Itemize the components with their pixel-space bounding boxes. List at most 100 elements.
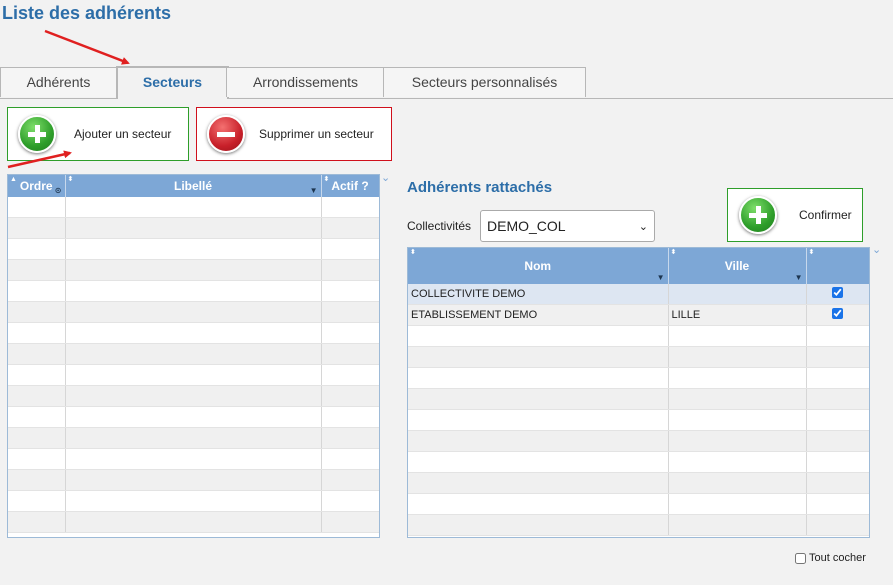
table-row[interactable]	[8, 385, 379, 407]
table-row[interactable]: COLLECTIVITE DEMO	[408, 284, 869, 305]
column-header-ordre[interactable]: ▲ Ordre ⊙	[8, 175, 66, 197]
table-row[interactable]: ETABLISSEMENT DEMO LILLE	[408, 304, 869, 326]
delete-sector-button[interactable]: Supprimer un secteur	[196, 107, 392, 161]
chevron-down-icon[interactable]: ⌄	[872, 243, 881, 256]
table-row[interactable]	[8, 280, 379, 302]
collectivity-select[interactable]: DEMO_COL ⌄	[480, 210, 655, 242]
chevron-down-icon[interactable]: ⌄	[381, 171, 390, 184]
column-header-actif[interactable]: ⬍ Actif ?	[321, 175, 379, 197]
select-all-checkbox[interactable]	[795, 552, 806, 564]
tab-secteurs[interactable]: Secteurs	[116, 66, 229, 99]
cell-check	[806, 304, 869, 326]
tab-arrondissements[interactable]: Arrondissements	[226, 67, 385, 97]
cell-check	[806, 493, 869, 515]
add-sector-button[interactable]: Ajouter un secteur	[7, 107, 189, 161]
table-cell	[65, 448, 322, 470]
sort-icon: ⬍	[67, 176, 74, 183]
filter-dropdown-icon[interactable]: ▼	[310, 187, 318, 195]
filter-dropdown-icon[interactable]: ▼	[657, 274, 665, 282]
table-row[interactable]	[8, 217, 379, 239]
table-cell	[321, 469, 379, 491]
table-cell	[65, 364, 322, 386]
table-cell	[65, 385, 322, 407]
confirm-button[interactable]: Confirmer	[727, 188, 863, 242]
table-row[interactable]	[408, 430, 869, 452]
delete-sector-label: Supprimer un secteur	[259, 127, 374, 141]
table-cell	[321, 448, 379, 470]
table-row[interactable]	[8, 511, 379, 533]
table-row[interactable]	[8, 364, 379, 386]
table-cell	[8, 259, 66, 281]
table-row[interactable]	[8, 448, 379, 470]
table-row[interactable]	[8, 490, 379, 512]
table-row[interactable]	[408, 493, 869, 515]
tab-secteurs-personnalises[interactable]: Secteurs personnalisés	[383, 67, 586, 97]
cell-nom	[408, 367, 669, 389]
table-row[interactable]	[408, 472, 869, 494]
table-row[interactable]	[8, 238, 379, 260]
cell-ville	[668, 514, 807, 536]
cell-ville	[668, 388, 807, 410]
column-header-ville[interactable]: ⬍ Ville ▼	[668, 248, 807, 284]
table-cell	[321, 343, 379, 365]
column-header-libelle[interactable]: ⬍ Libellé ▼	[65, 175, 322, 197]
table-row[interactable]	[408, 514, 869, 536]
cell-nom	[408, 325, 669, 347]
table-row[interactable]	[8, 322, 379, 344]
plus-icon	[739, 196, 777, 234]
cell-nom	[408, 430, 669, 452]
minus-icon	[207, 115, 245, 153]
cell-check	[806, 367, 869, 389]
table-row[interactable]	[8, 469, 379, 491]
search-icon[interactable]: ⊙	[55, 187, 62, 195]
row-checkbox[interactable]	[832, 287, 843, 298]
cell-ville	[668, 325, 807, 347]
sort-icon: ⬍	[323, 176, 330, 183]
cell-check	[806, 346, 869, 368]
table-row[interactable]	[8, 343, 379, 365]
page-title: Liste des adhérents	[2, 3, 172, 23]
table-row[interactable]	[8, 427, 379, 449]
table-row[interactable]	[8, 259, 379, 281]
cell-check	[806, 325, 869, 347]
sort-icon: ⬍	[410, 249, 416, 256]
select-all[interactable]: Tout cocher	[795, 552, 866, 564]
table-row[interactable]	[408, 388, 869, 410]
cell-ville	[668, 409, 807, 431]
table-row[interactable]	[408, 367, 869, 389]
chevron-down-icon: ⌄	[638, 220, 648, 233]
table-cell	[8, 406, 66, 428]
row-checkbox[interactable]	[832, 308, 843, 319]
table-cell	[8, 280, 66, 302]
table-row[interactable]	[408, 409, 869, 431]
table-cell	[8, 217, 66, 239]
table-cell	[321, 197, 379, 218]
table-row[interactable]	[408, 325, 869, 347]
table-row[interactable]	[408, 346, 869, 368]
cell-ville	[668, 493, 807, 515]
table-cell	[321, 364, 379, 386]
table-cell	[321, 406, 379, 428]
table-cell	[65, 490, 322, 512]
cell-check	[806, 409, 869, 431]
members-section-title: Adhérents rattachés	[407, 179, 553, 196]
table-cell	[65, 427, 322, 449]
table-cell	[321, 511, 379, 533]
table-cell	[8, 197, 66, 218]
table-row[interactable]	[8, 406, 379, 428]
table-cell	[8, 364, 66, 386]
table-cell	[321, 259, 379, 281]
cell-check	[806, 388, 869, 410]
column-header-nom[interactable]: ⬍ Nom ▼	[408, 248, 669, 284]
table-cell	[8, 469, 66, 491]
table-cell	[65, 301, 322, 323]
table-cell	[321, 385, 379, 407]
column-header-check[interactable]: ⬍	[806, 248, 869, 284]
tab-adherents[interactable]: Adhérents	[0, 67, 117, 97]
filter-dropdown-icon[interactable]: ▼	[795, 274, 803, 282]
table-cell	[65, 238, 322, 260]
table-row[interactable]	[8, 197, 379, 218]
table-row[interactable]	[8, 301, 379, 323]
table-row[interactable]	[408, 451, 869, 473]
cell-ville	[668, 367, 807, 389]
